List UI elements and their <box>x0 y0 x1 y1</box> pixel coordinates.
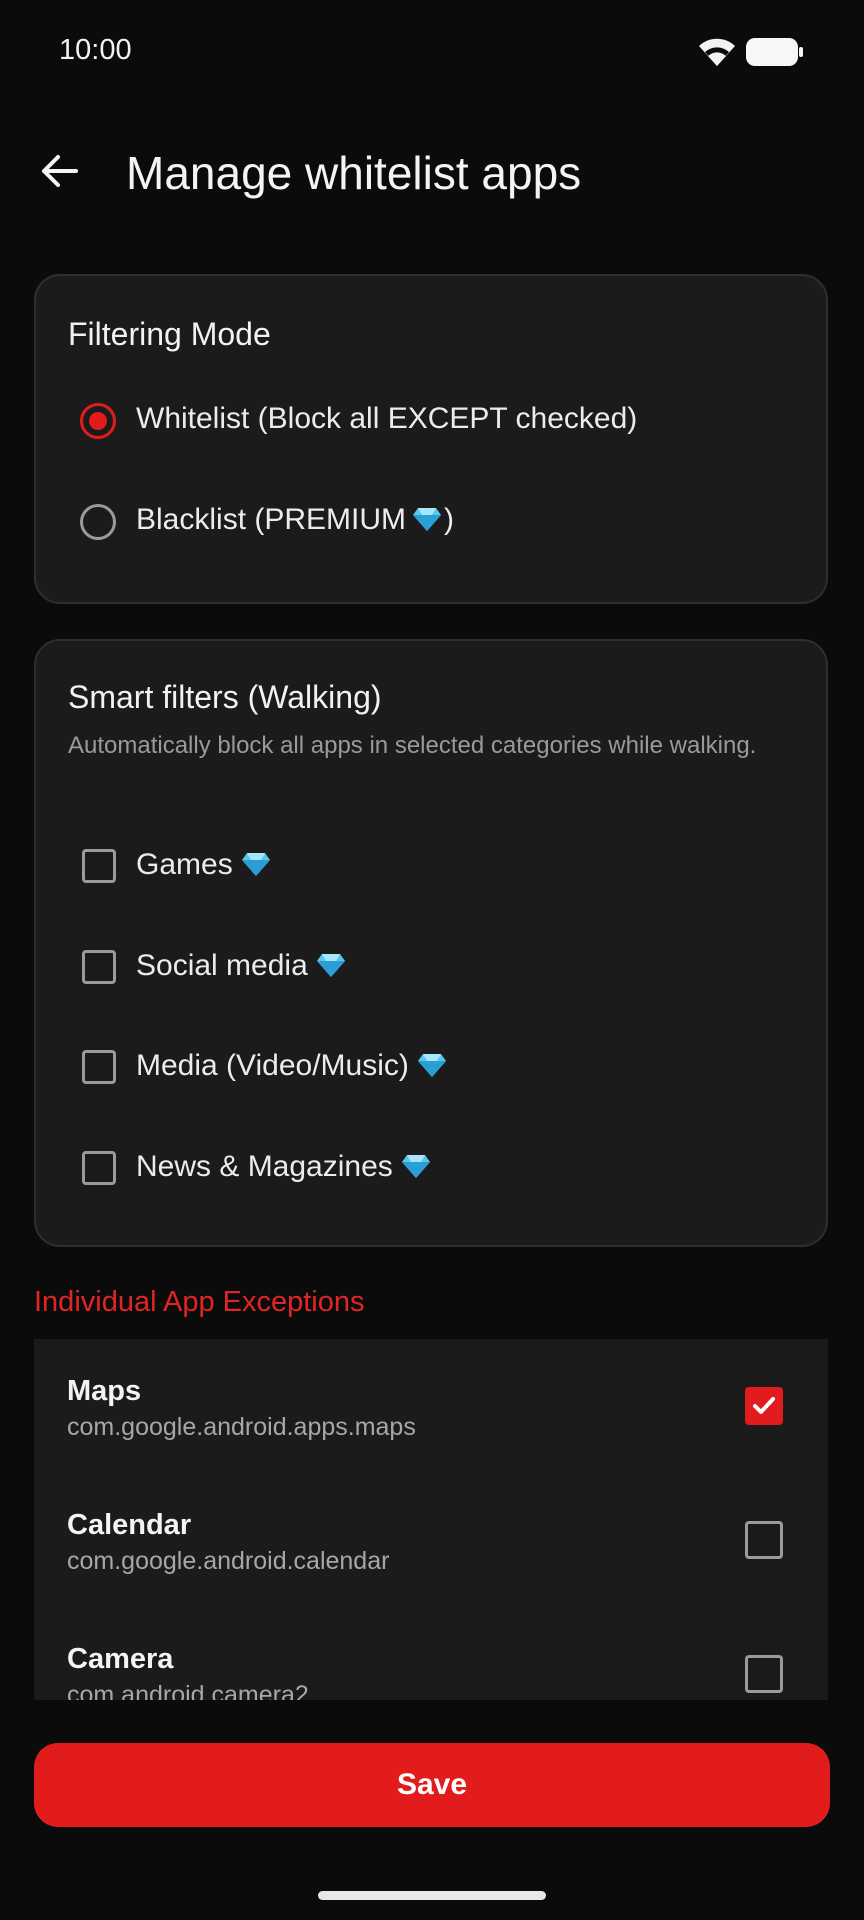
battery-icon <box>746 38 803 66</box>
app-calendar-checkbox[interactable] <box>745 1521 783 1559</box>
filter-news-label-wrap: News & Magazines <box>136 1150 431 1184</box>
filter-media-label-wrap: Media (Video/Music) <box>136 1049 447 1083</box>
save-button[interactable]: Save <box>34 1743 830 1827</box>
status-bar: 10:00 <box>0 0 864 104</box>
home-indicator[interactable] <box>318 1891 546 1900</box>
smart-filters-description: Automatically block all apps in selected… <box>68 732 757 759</box>
app-exceptions-list[interactable]: Maps com.google.android.apps.maps Calend… <box>34 1339 828 1700</box>
app-name: Maps <box>67 1375 142 1407</box>
filter-games-label: Games <box>136 848 233 881</box>
gem-icon <box>241 853 270 876</box>
filter-media-checkbox[interactable] <box>82 1050 116 1084</box>
filter-games-label-wrap: Games <box>136 848 271 882</box>
app-row-camera[interactable]: Camera com.android.camera2 <box>34 1607 828 1700</box>
radio-whitelist[interactable]: Whitelist (Block all EXCEPT checked) <box>36 380 826 468</box>
smart-filters-card: Smart filters (Walking) Automatically bl… <box>34 639 828 1247</box>
app-name: Camera <box>67 1643 174 1675</box>
page-title: Manage whitelist apps <box>126 147 582 199</box>
app-camera-checkbox[interactable] <box>745 1655 783 1693</box>
app-maps-checkbox[interactable] <box>745 1387 783 1425</box>
status-time: 10:00 <box>59 34 132 66</box>
radio-blacklist-label: Blacklist (PREMIUM) <box>136 503 455 536</box>
gem-icon <box>316 954 345 977</box>
gem-icon <box>401 1155 430 1178</box>
filter-social-media-label-wrap: Social media <box>136 949 346 983</box>
filter-news[interactable]: News & Magazines <box>36 1128 826 1216</box>
filter-games-checkbox[interactable] <box>82 849 116 883</box>
checkmark-icon <box>753 1397 775 1414</box>
filter-news-label: News & Magazines <box>136 1150 393 1183</box>
back-arrow-icon[interactable] <box>36 148 82 194</box>
filtering-mode-card: Filtering Mode Whitelist (Block all EXCE… <box>34 274 828 604</box>
gem-icon <box>417 1054 446 1077</box>
filter-social-media-label: Social media <box>136 949 308 982</box>
gem-icon <box>413 508 442 531</box>
app-row-maps[interactable]: Maps com.google.android.apps.maps <box>34 1339 828 1473</box>
filter-games[interactable]: Games <box>36 826 826 914</box>
app-package: com.google.android.calendar <box>67 1547 390 1575</box>
filter-news-checkbox[interactable] <box>82 1151 116 1185</box>
filter-media-label: Media (Video/Music) <box>136 1049 409 1082</box>
wifi-icon <box>699 38 735 66</box>
app-package: com.android.camera2 <box>67 1681 309 1700</box>
filter-media[interactable]: Media (Video/Music) <box>36 1027 826 1115</box>
radio-whitelist-label: Whitelist (Block all EXCEPT checked) <box>136 402 638 435</box>
smart-filters-title: Smart filters (Walking) <box>68 679 382 715</box>
radio-blacklist-unselected[interactable] <box>80 504 116 540</box>
filter-social-media-checkbox[interactable] <box>82 950 116 984</box>
filtering-mode-title: Filtering Mode <box>68 316 271 352</box>
app-row-calendar[interactable]: Calendar com.google.android.calendar <box>34 1473 828 1607</box>
app-package: com.google.android.apps.maps <box>67 1413 416 1441</box>
exceptions-header: Individual App Exceptions <box>34 1286 365 1318</box>
filter-social-media[interactable]: Social media <box>36 927 826 1015</box>
radio-whitelist-selected[interactable] <box>80 403 116 439</box>
radio-blacklist[interactable]: Blacklist (PREMIUM) <box>36 481 826 569</box>
app-name: Calendar <box>67 1509 192 1541</box>
